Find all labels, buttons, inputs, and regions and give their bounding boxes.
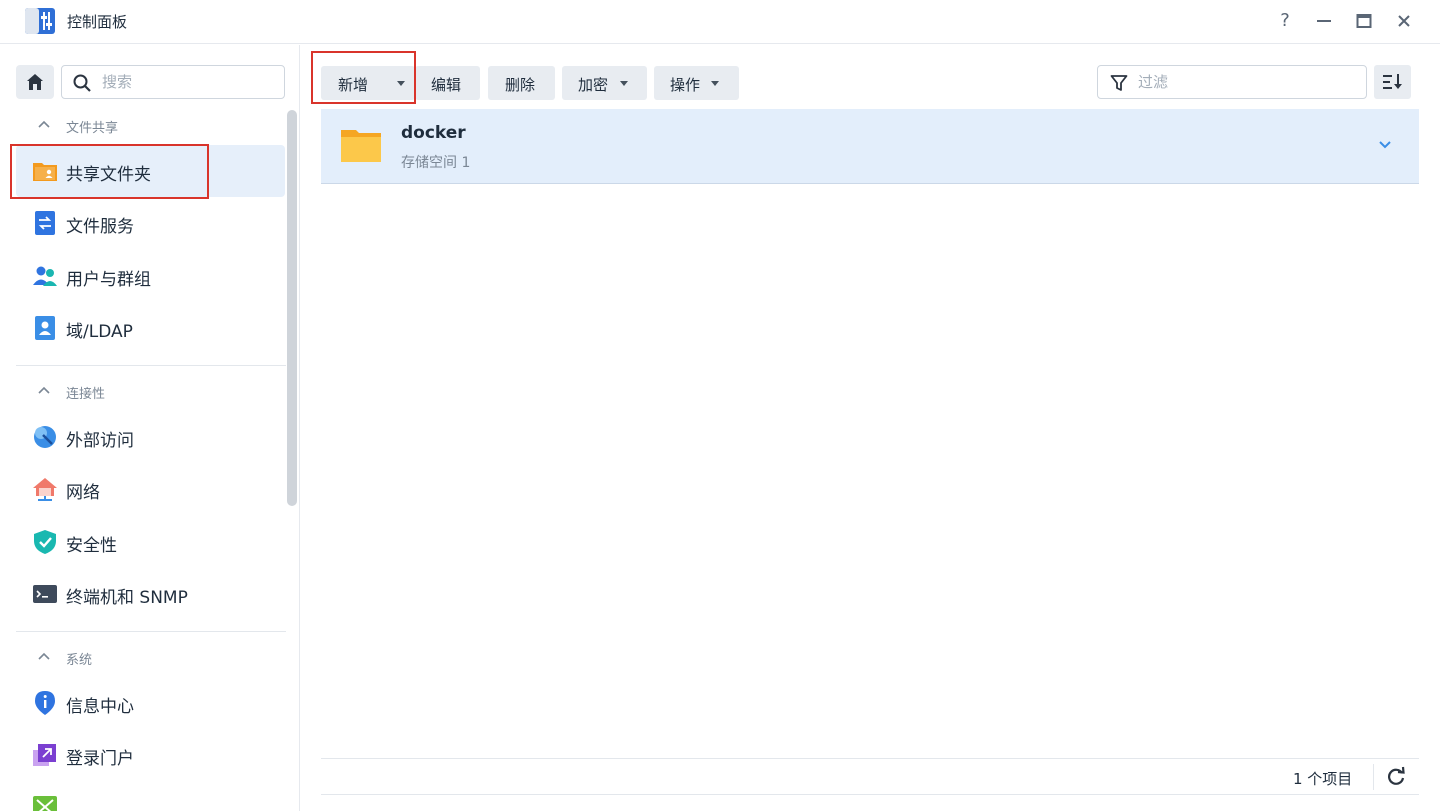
users-groups-icon bbox=[33, 266, 57, 286]
sidebar-item-label: 用户与群组 bbox=[66, 270, 151, 290]
sidebar-item-terminal-snmp[interactable]: 终端机和 SNMP bbox=[16, 568, 285, 620]
footer-bottom-divider bbox=[321, 794, 1419, 795]
search-field[interactable] bbox=[61, 65, 285, 99]
home-icon bbox=[27, 74, 43, 90]
section-divider bbox=[16, 365, 286, 366]
sidebar-item-file-services[interactable]: 文件服务 bbox=[16, 197, 285, 249]
filter-field[interactable] bbox=[1097, 65, 1367, 99]
item-count: 1 个项目 bbox=[1293, 770, 1353, 788]
sidebar-item-label: 安全性 bbox=[66, 536, 117, 556]
title-bar: 控制面板 ? bbox=[0, 0, 1440, 44]
file-services-icon bbox=[35, 211, 55, 235]
refresh-icon[interactable] bbox=[1383, 764, 1409, 790]
section-label: 连接性 bbox=[66, 387, 106, 402]
caret-down-icon bbox=[397, 81, 405, 86]
sidebar-item-label: 终端机和 SNMP bbox=[66, 588, 188, 608]
sidebar-item-partial[interactable] bbox=[16, 781, 285, 811]
sidebar-item-label: 共享文件夹 bbox=[66, 165, 151, 185]
sort-button[interactable] bbox=[1374, 65, 1411, 99]
sidebar-item-login-portal[interactable]: 登录门户 bbox=[16, 729, 285, 781]
delete-button[interactable]: 删除 bbox=[488, 66, 555, 100]
search-icon bbox=[73, 74, 91, 92]
login-portal-icon bbox=[33, 744, 56, 766]
search-input[interactable] bbox=[102, 72, 272, 92]
security-shield-icon bbox=[34, 530, 56, 554]
close-icon bbox=[1398, 15, 1410, 27]
domain-ldap-icon bbox=[35, 316, 55, 340]
sidebar-item-label: 网络 bbox=[66, 483, 100, 503]
caret-down-icon bbox=[620, 81, 628, 86]
sidebar-item-label: 登录门户 bbox=[66, 749, 134, 769]
sidebar-item-label: 外部访问 bbox=[66, 431, 134, 451]
section-label: 系统 bbox=[66, 653, 93, 668]
control-panel-app-icon bbox=[25, 8, 55, 34]
sidebar-item-domain-ldap[interactable]: 域/LDAP bbox=[16, 302, 285, 354]
edit-button-label: 编辑 bbox=[431, 76, 462, 94]
regional-options-icon bbox=[33, 796, 57, 811]
caret-down-icon bbox=[711, 81, 719, 86]
section-label: 文件共享 bbox=[66, 121, 119, 136]
sidebar-item-label: 信息中心 bbox=[66, 697, 134, 717]
sidebar-scrollbar[interactable] bbox=[287, 110, 297, 506]
sidebar-item-label: 域/LDAP bbox=[66, 322, 133, 342]
section-header-connectivity[interactable]: 连接性 bbox=[16, 379, 286, 405]
filter-input[interactable] bbox=[1138, 72, 1348, 92]
shared-folder-icon bbox=[33, 163, 57, 181]
create-button-label: 新增 bbox=[338, 76, 369, 94]
maximize-button[interactable] bbox=[1350, 8, 1378, 34]
section-header-file-sharing[interactable]: 文件共享 bbox=[16, 113, 286, 139]
sidebar-item-info-center[interactable]: 信息中心 bbox=[16, 677, 285, 729]
footer-separator bbox=[1373, 764, 1374, 790]
external-access-icon bbox=[34, 426, 56, 448]
chevron-up-icon bbox=[38, 120, 50, 128]
window-title: 控制面板 bbox=[67, 13, 128, 31]
main-panel: 新增 编辑 删除 加密 操作 docker 存储空间 bbox=[301, 45, 1440, 811]
close-button[interactable] bbox=[1390, 8, 1418, 34]
sort-list-icon bbox=[1383, 74, 1402, 89]
network-icon bbox=[33, 478, 57, 501]
sidebar-item-external-access[interactable]: 外部访问 bbox=[16, 411, 285, 463]
minimize-icon bbox=[1317, 20, 1331, 22]
section-divider bbox=[16, 631, 286, 632]
delete-button-label: 删除 bbox=[505, 76, 536, 94]
sidebar-item-label: 文件服务 bbox=[66, 217, 134, 237]
edit-button[interactable]: 编辑 bbox=[415, 66, 480, 100]
sidebar-item-security[interactable]: 安全性 bbox=[16, 516, 285, 568]
filter-funnel-icon bbox=[1110, 75, 1128, 91]
chevron-up-icon bbox=[38, 386, 50, 394]
sidebar-item-shared-folder[interactable]: 共享文件夹 bbox=[16, 145, 285, 197]
folder-name: docker bbox=[401, 123, 466, 143]
action-button-label: 操作 bbox=[670, 76, 701, 94]
folder-volume: 存储空间 1 bbox=[401, 155, 471, 171]
info-center-icon bbox=[35, 691, 55, 715]
action-button[interactable]: 操作 bbox=[654, 66, 739, 100]
create-button[interactable]: 新增 bbox=[321, 66, 415, 100]
sidebar: 文件共享 共享文件夹 文件服务 用户与群组 bbox=[0, 45, 300, 811]
encrypt-button-label: 加密 bbox=[578, 76, 609, 94]
terminal-icon bbox=[33, 585, 57, 603]
sidebar-item-network[interactable]: 网络 bbox=[16, 463, 285, 515]
section-header-system[interactable]: 系统 bbox=[16, 645, 286, 671]
chevron-down-icon[interactable] bbox=[1377, 137, 1393, 153]
home-button[interactable] bbox=[16, 65, 54, 99]
encrypt-button[interactable]: 加密 bbox=[562, 66, 647, 100]
minimize-button[interactable] bbox=[1310, 8, 1338, 34]
folder-icon bbox=[341, 130, 381, 162]
help-button[interactable]: ? bbox=[1271, 8, 1299, 34]
chevron-up-icon bbox=[38, 652, 50, 660]
maximize-icon bbox=[1356, 14, 1372, 28]
folder-row-docker[interactable]: docker 存储空间 1 bbox=[321, 109, 1419, 184]
footer-divider bbox=[321, 758, 1419, 759]
sidebar-item-users-groups[interactable]: 用户与群组 bbox=[16, 250, 285, 302]
